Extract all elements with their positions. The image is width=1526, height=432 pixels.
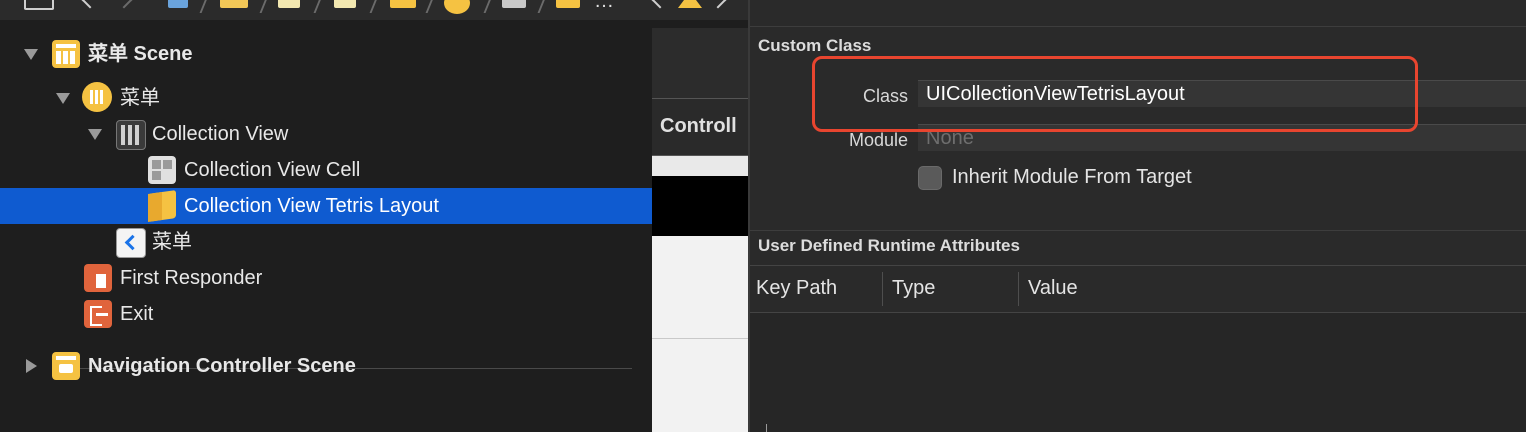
scene-icon	[52, 352, 80, 380]
exit-icon	[84, 300, 112, 328]
runtime-attributes-section-title: User Defined Runtime Attributes	[758, 236, 1020, 255]
column-divider	[1018, 272, 1019, 306]
outline-label: Collection View Tetris Layout	[184, 195, 439, 217]
outline-label: Navigation Controller Scene	[88, 355, 356, 377]
disclosure-expanded-icon[interactable]	[88, 129, 102, 140]
path-separator	[313, 0, 335, 13]
back-arrow-icon[interactable]	[81, 0, 99, 9]
outline-row-navigation-item[interactable]: 菜单	[0, 224, 652, 260]
storyboard-file-icon[interactable]	[278, 0, 300, 8]
layout-cube-icon[interactable]	[556, 0, 580, 8]
column-header-value[interactable]: Value	[1028, 277, 1078, 300]
outline-label: Collection View Cell	[184, 159, 361, 181]
column-header-type[interactable]: Type	[892, 277, 935, 300]
outline-label: 菜单	[120, 87, 160, 109]
disclosure-expanded-icon[interactable]	[56, 93, 70, 104]
annotation-highlight-box	[812, 56, 1418, 132]
path-separator	[199, 0, 221, 13]
related-items-icon[interactable]	[24, 0, 54, 10]
collection-view-icon[interactable]	[502, 0, 526, 8]
collection-view-cell-icon	[148, 156, 176, 184]
outline-row-collection-view-cell[interactable]: Collection View Cell	[0, 152, 652, 188]
canvas-view-content	[652, 236, 748, 432]
view-controller-icon[interactable]	[444, 0, 470, 14]
outline-row-exit[interactable]: Exit	[0, 296, 652, 332]
outline-row-navigation-controller-scene[interactable]: Navigation Controller Scene	[0, 348, 652, 384]
outline-label: 菜单	[152, 231, 192, 253]
document-outline: 菜单 Scene 菜单 Collection View Collection V…	[0, 28, 652, 432]
outline-row-menu-controller[interactable]: 菜单	[0, 80, 652, 116]
outline-row-first-responder[interactable]: First Responder	[0, 260, 652, 296]
section-divider	[750, 26, 1526, 27]
canvas-toolbar-area	[652, 28, 748, 98]
inherit-module-checkbox[interactable]	[918, 166, 942, 190]
outline-row-collection-view[interactable]: Collection View	[0, 116, 652, 152]
runtime-attributes-table-header: Key Path Type Value	[750, 266, 1526, 312]
module-field-label: Module	[848, 130, 908, 150]
column-header-key-path[interactable]: Key Path	[756, 277, 837, 300]
collection-view-icon	[116, 120, 146, 150]
outline-row-menu-scene[interactable]: 菜单 Scene	[0, 36, 652, 72]
collection-view-controller-icon	[82, 82, 112, 112]
scene-icon[interactable]	[390, 0, 416, 8]
scene-icon	[52, 40, 80, 68]
column-divider	[882, 272, 883, 306]
outline-label: 菜单 Scene	[88, 43, 193, 65]
custom-class-section-title: Custom Class	[758, 36, 872, 55]
folder-icon[interactable]	[220, 0, 248, 8]
outline-label: Collection View	[152, 123, 289, 145]
scene-title-text: Controll	[660, 115, 737, 137]
project-file-icon[interactable]	[168, 0, 188, 8]
section-divider	[750, 230, 1526, 231]
outline-row-tetris-layout[interactable]: Collection View Tetris Layout	[0, 188, 652, 224]
disclosure-collapsed-icon[interactable]	[26, 359, 37, 373]
layout-cube-icon	[148, 190, 176, 222]
issue-next-icon[interactable]	[709, 0, 727, 9]
table-resize-handle	[766, 424, 767, 432]
canvas-scene-title-bar: Controll	[652, 98, 748, 156]
outline-label: First Responder	[120, 267, 263, 289]
storyboard-file-icon[interactable]	[334, 0, 356, 8]
path-separator	[369, 0, 391, 13]
path-overflow-ellipsis[interactable]: …	[594, 0, 614, 13]
jump-bar: …	[0, 0, 748, 20]
navigation-item-icon	[116, 228, 146, 258]
runtime-attributes-table-body[interactable]	[750, 313, 1526, 432]
canvas-navigation-bar	[652, 176, 748, 236]
issue-prev-icon[interactable]	[651, 0, 669, 9]
inherit-module-label: Inherit Module From Target	[952, 166, 1192, 188]
storyboard-canvas[interactable]: Controll	[652, 28, 748, 432]
forward-arrow-icon[interactable]	[115, 0, 133, 9]
first-responder-icon	[84, 264, 112, 292]
canvas-divider	[652, 338, 748, 339]
warning-icon[interactable]	[678, 0, 702, 8]
outline-label: Exit	[120, 303, 154, 325]
disclosure-expanded-icon[interactable]	[24, 49, 38, 60]
